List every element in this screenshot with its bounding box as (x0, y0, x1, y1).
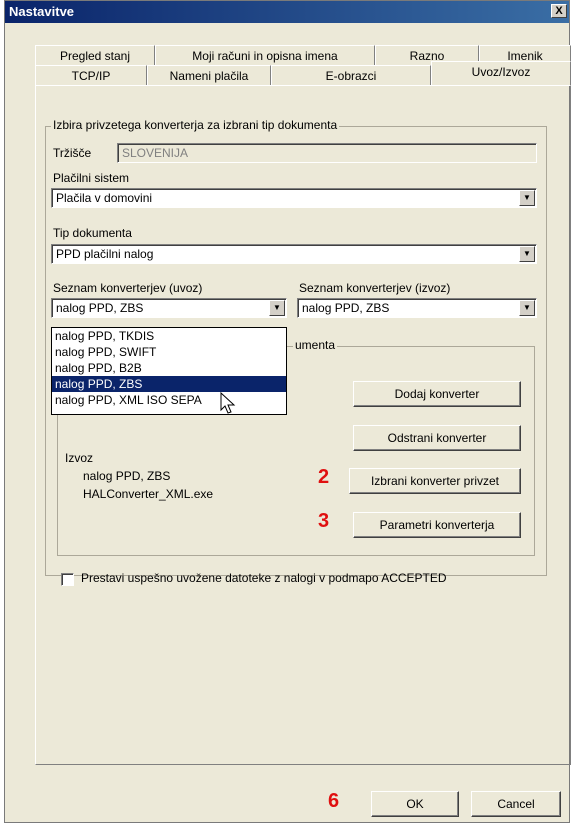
marker-2: 2 (318, 466, 330, 488)
marker-3: 3 (318, 510, 330, 532)
tip-dokumenta-value: PPD plačilni nalog (56, 247, 154, 261)
tab-uvoz-izvoz[interactable]: Uvoz/Izvoz (431, 61, 571, 85)
tab-moji-racuni[interactable]: Moji računi in opisna imena (155, 45, 375, 65)
inner-group-legend: umenta (293, 338, 338, 352)
dropdown-option[interactable]: nalog PPD, XML ISO SEPA (52, 392, 286, 408)
dodaj-konverter-button[interactable]: Dodaj konverter (353, 381, 521, 407)
mouse-pointer-icon (220, 392, 236, 414)
placilni-sistem-select[interactable]: Plačila v domovini ▼ (51, 188, 537, 208)
uvoz-dropdown-list[interactable]: nalog PPD, TKDIS nalog PPD, SWIFT nalog … (51, 327, 287, 415)
uvoz-label: Seznam konverterjev (uvoz) (53, 281, 203, 295)
izbrani-konverter-privzet-button[interactable]: Izbrani konverter privzet (349, 468, 521, 494)
izvoz-item-2: HALConverter_XML.exe (83, 487, 214, 501)
izvoz-heading: Izvoz (65, 451, 94, 465)
ok-button[interactable]: OK (371, 791, 459, 817)
izvoz-value: nalog PPD, ZBS (302, 301, 390, 315)
chevron-down-icon[interactable]: ▼ (519, 300, 535, 316)
dropdown-option[interactable]: nalog PPD, SWIFT (52, 344, 286, 360)
title-bar: Nastavitve X (5, 1, 569, 23)
tab-e-obrazci[interactable]: E-obrazci (271, 65, 431, 85)
cancel-button[interactable]: Cancel (471, 791, 561, 817)
tab-tcp-ip[interactable]: TCP/IP (35, 65, 147, 85)
chevron-down-icon[interactable]: ▼ (519, 190, 535, 206)
marker-6: 6 (328, 790, 340, 812)
group-legend: Izbira privzetega konverterja za izbrani… (51, 118, 340, 132)
chevron-down-icon[interactable]: ▼ (519, 246, 535, 262)
accepted-checkbox[interactable] (61, 573, 74, 586)
izvoz-label: Seznam konverterjev (izvoz) (299, 281, 451, 295)
chevron-down-icon[interactable]: ▼ (269, 300, 285, 316)
uvoz-select[interactable]: nalog PPD, ZBS ▼ (51, 298, 287, 318)
dropdown-option[interactable]: nalog PPD, B2B (52, 360, 286, 376)
tip-dokumenta-select[interactable]: PPD plačilni nalog ▼ (51, 244, 537, 264)
placilni-sistem-value: Plačila v domovini (56, 191, 153, 205)
dropdown-option-selected[interactable]: nalog PPD, ZBS (52, 376, 286, 392)
odstrani-konverter-button[interactable]: Odstrani konverter (353, 425, 521, 451)
close-button[interactable]: X (551, 4, 567, 18)
trzisce-field: SLOVENIJA (117, 143, 537, 163)
parametri-konverterja-button[interactable]: Parametri konverterja (353, 512, 521, 538)
placilni-sistem-label: Plačilni sistem (53, 171, 130, 185)
accepted-checkbox-label: Prestavi uspešno uvožene datoteke z nalo… (81, 571, 447, 585)
dropdown-option[interactable]: nalog PPD, TKDIS (52, 328, 286, 344)
tab-nameni-placila[interactable]: Nameni plačila (147, 65, 271, 85)
izvoz-select[interactable]: nalog PPD, ZBS ▼ (297, 298, 537, 318)
tab-pregled-stanj[interactable]: Pregled stanj (35, 45, 155, 65)
tip-dokumenta-label: Tip dokumenta (53, 226, 132, 240)
uvoz-value: nalog PPD, ZBS (56, 301, 144, 315)
window-title: Nastavitve (9, 4, 75, 19)
izvoz-item-1: nalog PPD, ZBS (83, 469, 171, 483)
trzisce-label: Tržišče (53, 146, 92, 160)
